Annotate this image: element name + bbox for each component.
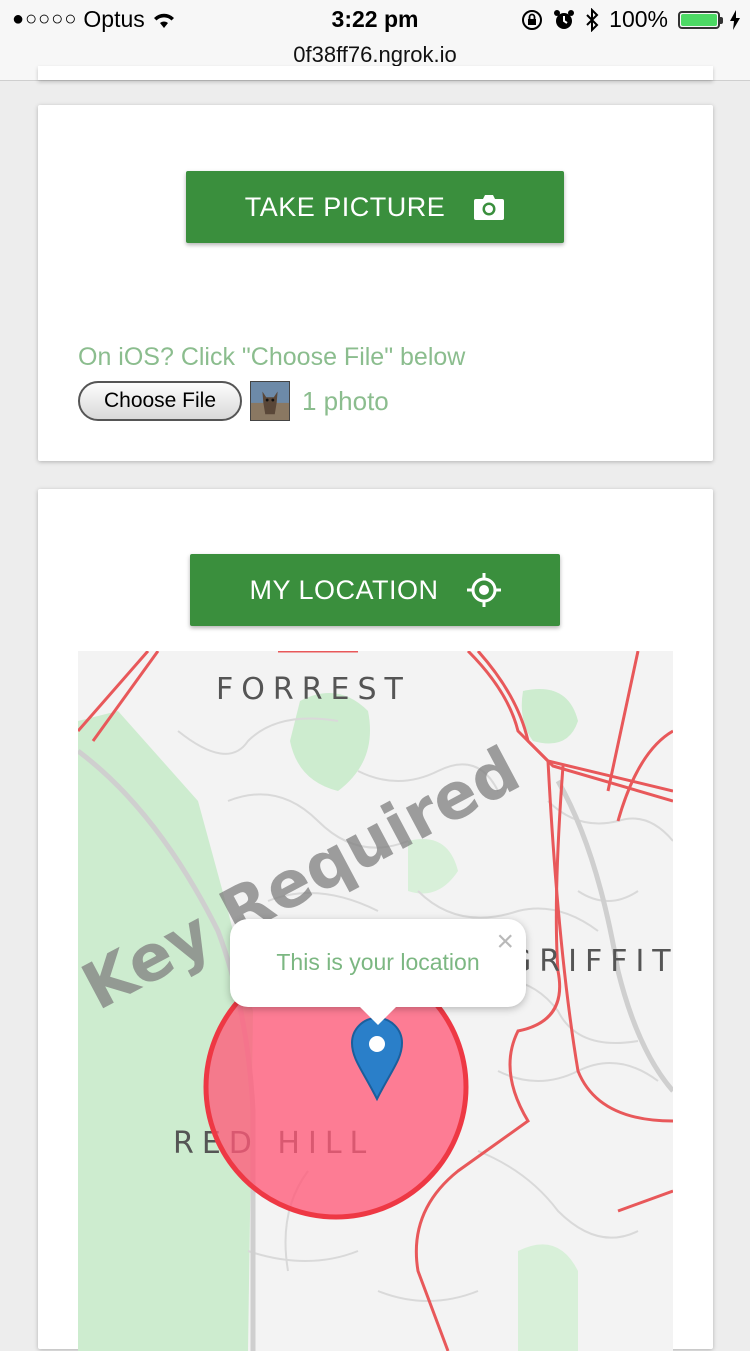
- popup-text: This is your location: [276, 949, 480, 975]
- address-bar-url[interactable]: 0f38ff76.ngrok.io: [0, 42, 750, 68]
- alarm-icon: [554, 9, 575, 29]
- battery-percent: 100%: [609, 6, 668, 32]
- map-label-forrest: FORREST: [216, 672, 411, 707]
- status-icons: 100%: [521, 6, 740, 33]
- ios-hint-text: On iOS? Click "Choose File" below: [78, 343, 466, 371]
- previous-card-edge: [38, 66, 713, 80]
- take-picture-button[interactable]: TAKE PICTURE: [186, 171, 564, 243]
- camera-icon: [474, 195, 505, 220]
- battery-icon: [678, 10, 723, 29]
- file-input-row: Choose File 1 photo: [78, 381, 389, 421]
- my-location-label: MY LOCATION: [249, 574, 439, 605]
- bluetooth-icon: [586, 7, 599, 32]
- choose-file-button[interactable]: Choose File: [78, 381, 242, 421]
- take-picture-label: TAKE PICTURE: [244, 191, 446, 222]
- photo-card: TAKE PICTURE On iOS? Click "Choose File"…: [38, 105, 713, 461]
- location-map[interactable]: Key Required FORREST RED HILL GRIFFIT Th…: [78, 651, 673, 1351]
- popup-close-icon[interactable]: ×: [496, 925, 514, 959]
- my-location-button[interactable]: MY LOCATION: [190, 554, 560, 626]
- photo-thumbnail: [250, 381, 290, 421]
- orientation-lock-icon: [522, 9, 543, 30]
- charging-icon: [730, 9, 740, 30]
- crosshair-icon: [466, 573, 501, 607]
- file-status: 1 photo: [302, 385, 389, 416]
- map-label-griffith: GRIFFIT: [508, 944, 673, 979]
- location-card: MY LOCATION Key Required FORREST GRIFFIT…: [38, 489, 713, 1351]
- location-popup: This is your location ×: [230, 919, 526, 1025]
